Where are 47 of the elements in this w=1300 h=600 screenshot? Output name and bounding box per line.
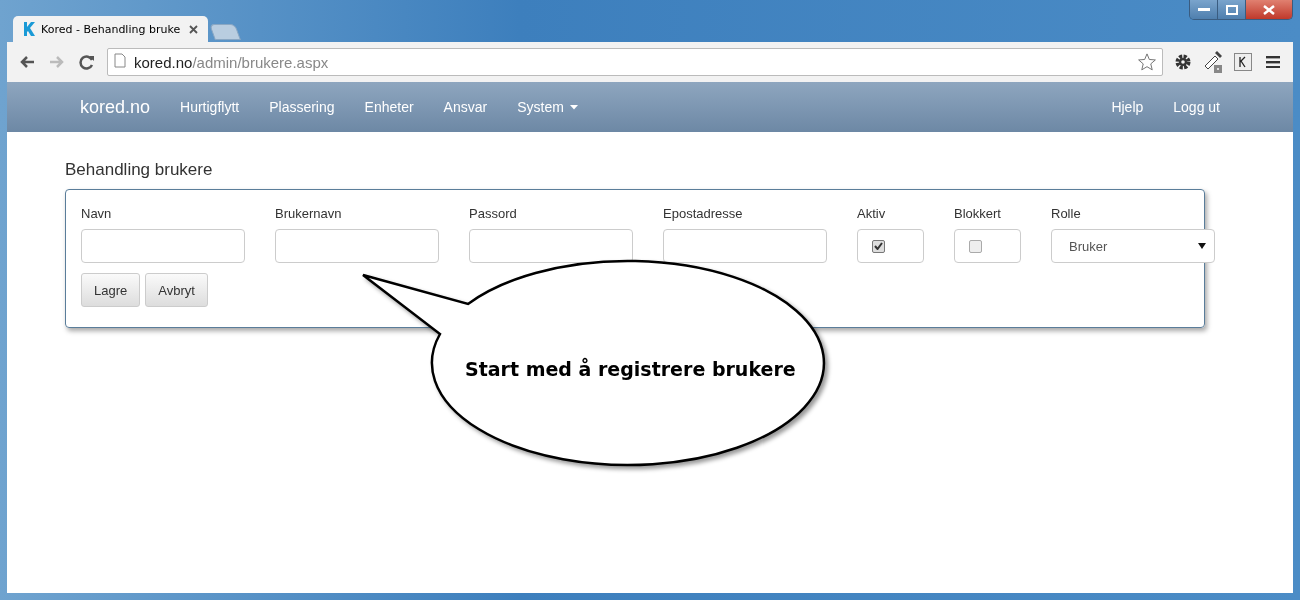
checkbox-field[interactable] [954,229,1021,263]
field-label: Navn [81,206,113,221]
checkbox[interactable] [969,239,982,253]
nav-link[interactable]: Enheter [364,99,414,115]
dropdown-arrow-icon [1198,243,1206,249]
menu-icon[interactable] [1263,56,1283,68]
text-input[interactable] [275,229,439,263]
nav-link[interactable]: Hurtigflytt [180,99,240,115]
maximize-button[interactable] [1218,0,1246,19]
star-icon[interactable] [1138,53,1156,71]
text-input[interactable] [469,229,633,263]
role-select[interactable]: Bruker [1051,229,1215,263]
k-logo-icon [23,22,35,36]
field-label: Epostadresse [663,206,744,221]
settings-icon[interactable] [1173,53,1193,71]
extension-icon[interactable] [1233,53,1253,71]
minimize-button[interactable] [1190,0,1218,19]
form-button[interactable]: Lagre [81,273,141,307]
checkbox[interactable] [872,239,885,253]
field-label: Rolle [1051,206,1082,221]
maximize-icon [1225,4,1238,15]
page-heading: Behandling brukere [65,160,214,180]
minimize-icon [1197,7,1210,12]
checkbox-field[interactable] [857,229,924,263]
browser-tab[interactable]: Kored - Behandling bruke [13,16,208,42]
close-icon[interactable] [189,24,198,34]
nav-link[interactable]: Ansvar [443,99,488,115]
eyedropper-icon[interactable] [1203,50,1223,74]
address-bar[interactable]: kored.no/admin/brukere.aspx [107,48,1163,76]
close-icon [1263,4,1275,15]
nav-link[interactable]: Hjelp [1111,99,1144,115]
text-input[interactable] [81,229,245,263]
field-label: Aktiv [857,206,887,221]
reload-icon[interactable] [77,54,97,70]
nav-link[interactable]: Logg ut [1173,99,1220,115]
callout-text: Start med å registrere brukere [465,358,796,380]
field-label: Passord [469,206,518,221]
field-label: Blokkert [954,206,1002,221]
close-button[interactable] [1246,0,1292,19]
brand-link[interactable]: kored.no [80,96,151,118]
nav-dropdown[interactable]: System [517,99,578,115]
field-label: Brukernavn [275,206,343,221]
nav-link[interactable]: Plassering [269,99,335,115]
caret-icon [569,104,578,110]
text-input[interactable] [663,229,827,263]
form-button[interactable]: Avbryt [145,273,208,307]
url-text: kored.no/admin/brukere.aspx [134,53,330,71]
